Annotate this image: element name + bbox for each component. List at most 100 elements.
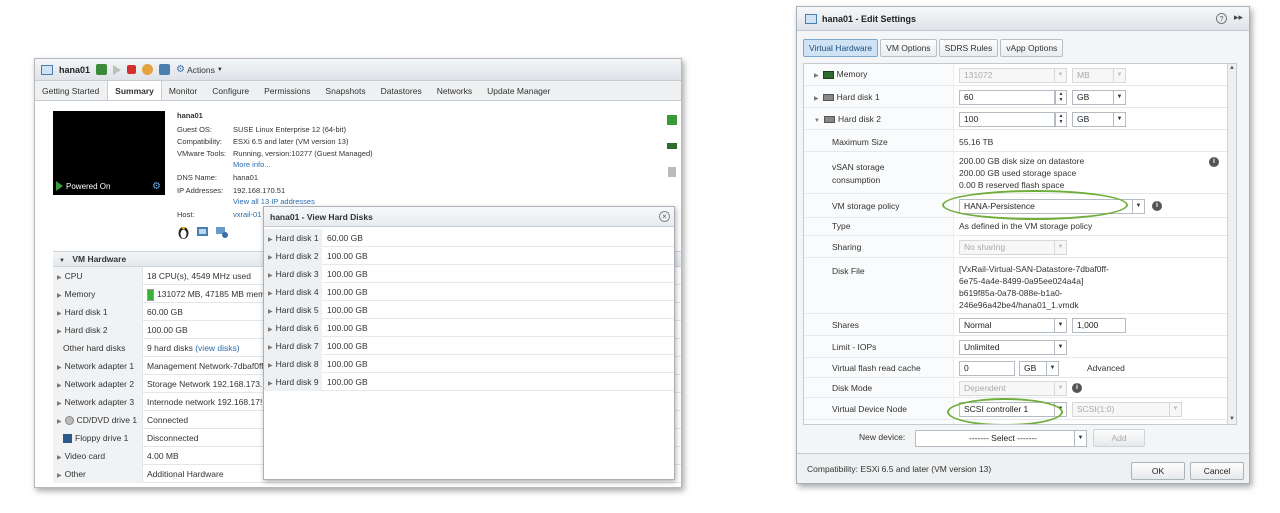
console-settings-icon[interactable]: ⚙ bbox=[152, 181, 161, 192]
shares-value-input[interactable]: 1,000 bbox=[1072, 318, 1126, 333]
expand-icon[interactable]: ▶ bbox=[57, 293, 62, 299]
info-icon[interactable]: i bbox=[1152, 201, 1162, 211]
flash-unit-select[interactable]: GB ▼ bbox=[1019, 361, 1059, 376]
expand-icon[interactable]: ▶ bbox=[268, 327, 273, 333]
shares-select[interactable]: Normal ▼ bbox=[959, 318, 1067, 333]
tab-getting-started[interactable]: Getting Started bbox=[35, 81, 107, 100]
hd1-stepper[interactable]: ▲ ▼ bbox=[1055, 90, 1067, 105]
migrate-icon[interactable] bbox=[159, 64, 171, 75]
add-device-button[interactable]: Add bbox=[1093, 429, 1145, 447]
list-item[interactable]: ▶ Hard disk 1 60.00 GB bbox=[264, 229, 674, 247]
list-item[interactable]: ▶ Hard disk 2 100.00 GB bbox=[264, 247, 674, 265]
chevron-down-icon: ▼ bbox=[1113, 91, 1125, 104]
tab-summary[interactable]: Summary bbox=[107, 81, 162, 100]
cpu-side-icon[interactable] bbox=[667, 141, 677, 151]
vm-icon bbox=[41, 64, 53, 75]
expand-icon[interactable]: ▶ bbox=[268, 237, 273, 243]
compatibility-text: Compatibility: ESXi 6.5 and later (VM ve… bbox=[807, 464, 992, 474]
expand-icon[interactable]: ▶ bbox=[57, 401, 62, 407]
expand-icon[interactable]: ▶ bbox=[268, 381, 273, 387]
info-icon[interactable]: i bbox=[1072, 383, 1082, 393]
hd2-stepper[interactable]: ▲ ▼ bbox=[1055, 112, 1067, 127]
tab-sdrs-rules[interactable]: SDRS Rules bbox=[938, 39, 999, 57]
scroll-up-icon[interactable]: ▲ bbox=[1228, 64, 1236, 73]
chevron-down-icon: ▼ bbox=[1113, 113, 1125, 126]
hd2-size-input[interactable]: 100 bbox=[959, 112, 1055, 127]
storage-side-icon[interactable] bbox=[667, 167, 677, 177]
tab-datastores[interactable]: Datastores bbox=[374, 81, 430, 100]
expand-icon[interactable]: ▶ bbox=[57, 455, 62, 461]
vm-console-thumbnail[interactable]: Powered On ⚙ bbox=[53, 111, 165, 195]
expand-icon[interactable]: ▶ bbox=[268, 273, 273, 279]
tab-virtual-hardware[interactable]: Virtual Hardware bbox=[803, 39, 879, 57]
expand-icon[interactable]: ▶ bbox=[57, 383, 62, 389]
hd2-unit-select[interactable]: GB ▼ bbox=[1072, 112, 1126, 127]
power-on-icon[interactable] bbox=[113, 64, 122, 75]
dialog-title: hana01 - Edit Settings bbox=[822, 13, 917, 24]
list-item[interactable]: ▶ Hard disk 7 100.00 GB bbox=[264, 337, 674, 355]
vertical-scrollbar[interactable]: ▲ ▼ bbox=[1227, 64, 1236, 424]
list-item[interactable]: ▶ Hard disk 8 100.00 GB bbox=[264, 355, 674, 373]
row-disk-file: Disk File [VxRail-Virtual-SAN-Datastore-… bbox=[804, 258, 1228, 314]
scroll-down-icon[interactable]: ▼ bbox=[1228, 415, 1236, 424]
expand-icon[interactable]: ▶ bbox=[268, 345, 273, 351]
expand-icon[interactable]: ▶ bbox=[57, 419, 62, 425]
help-icon[interactable]: ? bbox=[1216, 13, 1227, 24]
console-icon[interactable] bbox=[96, 64, 108, 75]
tab-vapp-options[interactable]: vApp Options bbox=[1000, 39, 1064, 57]
expand-panel-icon[interactable]: ▸▸ bbox=[1234, 12, 1243, 23]
disk-mode-select[interactable]: Dependent ▼ bbox=[959, 381, 1067, 396]
expand-icon[interactable]: ▶ bbox=[268, 291, 273, 297]
expand-icon[interactable]: ▶ bbox=[268, 255, 273, 261]
list-item[interactable]: ▶ Hard disk 5 100.00 GB bbox=[264, 301, 674, 319]
host-link[interactable]: vxrail-01 bbox=[233, 210, 261, 219]
memory-field[interactable]: 131072 ▼ bbox=[959, 68, 1067, 83]
cancel-button[interactable]: Cancel bbox=[1190, 462, 1244, 480]
collapse-icon[interactable]: ▼ bbox=[814, 118, 820, 124]
suspend-icon[interactable] bbox=[142, 64, 154, 75]
tab-vm-options[interactable]: VM Options bbox=[880, 39, 937, 57]
expand-icon[interactable]: ▶ bbox=[57, 311, 62, 317]
row-disk-mode: Disk Mode Dependent ▼ i bbox=[804, 378, 1228, 398]
expand-icon[interactable]: ▶ bbox=[268, 309, 273, 315]
view-all-ips-link[interactable]: View all 13 IP addresses bbox=[233, 197, 315, 206]
memory-icon bbox=[822, 70, 834, 79]
sharing-select[interactable]: No sharing ▼ bbox=[959, 240, 1067, 255]
row-limit-iops: Limit - IOPs Unlimited ▼ bbox=[804, 336, 1228, 358]
hd1-size-input[interactable]: 60 bbox=[959, 90, 1055, 105]
chevron-down-icon: ▼ bbox=[1074, 431, 1086, 446]
list-item[interactable]: ▶ Hard disk 4 100.00 GB bbox=[264, 283, 674, 301]
expand-icon[interactable]: ▶ bbox=[814, 96, 819, 102]
tab-configure[interactable]: Configure bbox=[205, 81, 257, 100]
tab-permissions[interactable]: Permissions bbox=[257, 81, 318, 100]
expand-icon[interactable]: ▶ bbox=[57, 329, 62, 335]
info-icon[interactable]: i bbox=[1209, 157, 1219, 167]
memory-unit-select[interactable]: MB ▼ bbox=[1072, 68, 1126, 83]
tab-snapshots[interactable]: Snapshots bbox=[318, 81, 373, 100]
power-off-icon[interactable] bbox=[127, 65, 137, 74]
tab-update-manager[interactable]: Update Manager bbox=[480, 81, 558, 100]
close-icon[interactable]: × bbox=[659, 211, 670, 222]
new-device-select[interactable]: ------- Select ------- ▼ bbox=[915, 430, 1087, 447]
expand-icon[interactable]: ▶ bbox=[57, 275, 62, 281]
list-item[interactable]: ▶ Hard disk 9 100.00 GB bbox=[264, 373, 674, 391]
tab-monitor[interactable]: Monitor bbox=[162, 81, 205, 100]
list-item[interactable]: ▶ Hard disk 6 100.00 GB bbox=[264, 319, 674, 337]
limit-iops-select[interactable]: Unlimited ▼ bbox=[959, 340, 1067, 355]
list-item[interactable]: ▶ Hard disk 3 100.00 GB bbox=[264, 265, 674, 283]
more-info-link[interactable]: More info... bbox=[233, 160, 271, 169]
row-hard-disk-2: ▼ Hard disk 2 100 ▲ ▼ GB ▼ bbox=[804, 108, 1228, 130]
expand-icon[interactable]: ▶ bbox=[57, 473, 62, 479]
flash-cache-input[interactable]: 0 bbox=[959, 361, 1015, 376]
view-disks-link[interactable]: (view disks) bbox=[195, 343, 239, 353]
actions-menu[interactable]: ⚙ Actions ▼ bbox=[176, 64, 223, 75]
expand-icon[interactable]: ▶ bbox=[268, 363, 273, 369]
summary-side-icon[interactable] bbox=[667, 115, 677, 125]
expand-icon[interactable]: ▶ bbox=[814, 73, 819, 79]
expand-icon[interactable]: ▶ bbox=[57, 365, 62, 371]
scsi-id-select[interactable]: SCSI(1:0) ▼ bbox=[1072, 402, 1182, 417]
ok-button[interactable]: OK bbox=[1131, 462, 1185, 480]
tab-networks[interactable]: Networks bbox=[430, 81, 480, 100]
advanced-link[interactable]: Advanced bbox=[1087, 363, 1125, 373]
hd1-unit-select[interactable]: GB ▼ bbox=[1072, 90, 1126, 105]
